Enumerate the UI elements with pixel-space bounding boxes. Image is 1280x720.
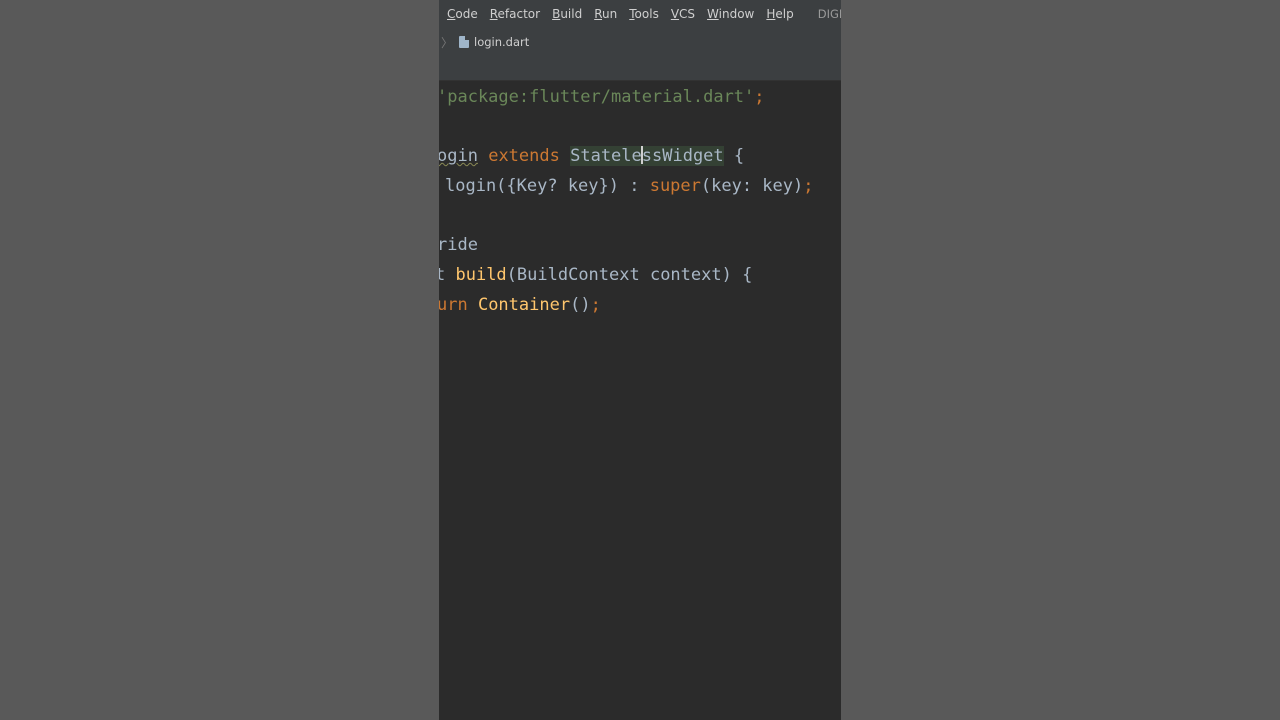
semicolon: ; — [803, 176, 814, 196]
menu-vcs[interactable]: VCS — [665, 0, 701, 28]
ide-window: Code Refactor Build Run Tools VCS Window… — [439, 0, 841, 720]
constructor-signature: login({Key? key}) : — [445, 176, 650, 196]
navigation-bar: 〉 login.dart — [439, 28, 841, 56]
breadcrumb-separator-icon: 〉 — [441, 35, 454, 50]
class-name: ogin — [439, 146, 478, 166]
override-annotation: ride — [439, 235, 478, 255]
editor-tab-strip — [439, 56, 841, 81]
semicolon: ; — [590, 295, 601, 315]
super-args: (key: key) — [700, 176, 804, 196]
call-parens: () — [570, 295, 591, 315]
extends-keyword: extends — [488, 146, 560, 166]
menu-bar: Code Refactor Build Run Tools VCS Window… — [439, 0, 841, 28]
method-name: build — [455, 265, 507, 285]
code-line-constructor: login({Key? key}) : super(key: key); — [445, 175, 814, 197]
super-keyword: super — [649, 176, 701, 196]
breadcrumb-file-name[interactable]: login.dart — [474, 35, 529, 49]
container-call: Container — [477, 295, 571, 315]
superclass-part-1: Statele — [570, 146, 642, 166]
menu-window[interactable]: Window — [701, 0, 760, 28]
code-editor[interactable]: 'package:flutter/material.dart'; ogin ex… — [439, 81, 841, 720]
window-title: DIGIAGE - I — [817, 7, 841, 21]
superclass-part-2: ssWidget — [641, 146, 724, 166]
menu-tools[interactable]: Tools — [623, 0, 665, 28]
left-backdrop — [0, 0, 439, 720]
menu-build[interactable]: Build — [546, 0, 588, 28]
code-line-build-method: t build(BuildContext context) { — [439, 264, 752, 286]
return-keyword: urn — [439, 295, 478, 315]
return-type-tail: t — [439, 265, 446, 285]
right-backdrop — [841, 0, 1280, 720]
dart-file-icon — [459, 36, 470, 48]
code-line-return: urn Container(); — [439, 294, 601, 316]
menu-help[interactable]: Help — [760, 0, 799, 28]
menu-code[interactable]: Code — [439, 0, 484, 28]
import-string: 'package:flutter/material.dart' — [439, 87, 755, 107]
open-brace: { — [723, 146, 745, 166]
code-line-override: ride — [439, 234, 478, 256]
superclass-name: StatelessWidget — [570, 146, 724, 166]
code-line-import: 'package:flutter/material.dart'; — [439, 86, 765, 108]
menu-refactor[interactable]: Refactor — [484, 0, 546, 28]
semicolon: ; — [754, 87, 765, 107]
code-line-class-decl: ogin extends StatelessWidget { — [439, 145, 744, 167]
menu-run[interactable]: Run — [588, 0, 623, 28]
method-params: (BuildContext context) { — [506, 265, 753, 285]
